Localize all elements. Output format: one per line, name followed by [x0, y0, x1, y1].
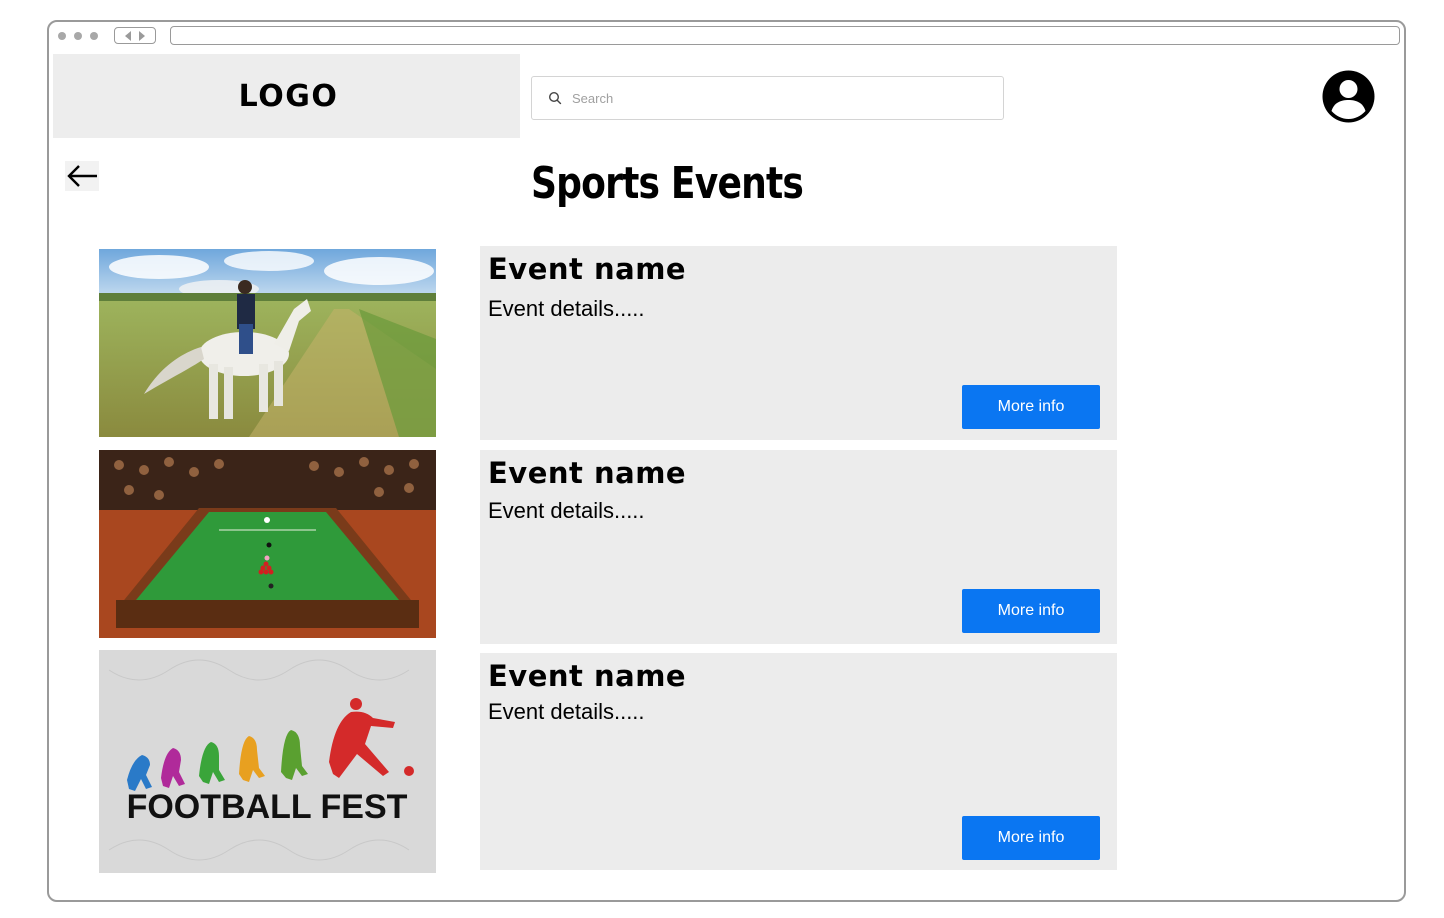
- logo-text: LOGO: [238, 78, 339, 114]
- back-arrow-icon[interactable]: [65, 161, 99, 191]
- browser-back-icon[interactable]: [125, 30, 131, 41]
- football-fest-text: FOOTBALL FEST: [127, 788, 408, 826]
- more-info-button[interactable]: More info: [962, 385, 1100, 429]
- page-title: Sports Events: [531, 158, 804, 209]
- user-avatar-icon[interactable]: [1322, 70, 1375, 123]
- event-card: Event name Event details..... More info: [480, 450, 1117, 644]
- more-info-button[interactable]: More info: [962, 816, 1100, 860]
- window-close-dot[interactable]: [58, 32, 66, 40]
- search-icon: [548, 91, 562, 105]
- event-details: Event details.....: [488, 296, 645, 321]
- search-bar[interactable]: [531, 76, 1004, 120]
- event-image-snooker[interactable]: [99, 450, 436, 638]
- event-image-horse-riding[interactable]: [99, 249, 436, 437]
- more-info-button[interactable]: More info: [962, 589, 1100, 633]
- event-name: Event name: [488, 456, 687, 490]
- address-bar[interactable]: [170, 26, 1400, 45]
- event-details: Event details.....: [488, 498, 645, 523]
- search-input[interactable]: [572, 90, 972, 106]
- browser-forward-icon[interactable]: [139, 30, 145, 41]
- window-minimize-dot[interactable]: [74, 32, 82, 40]
- event-image-football-fest[interactable]: FOOTBALL FEST: [99, 650, 436, 873]
- event-name: Event name: [488, 252, 687, 286]
- browser-nav-buttons: [114, 27, 156, 44]
- event-details: Event details.....: [488, 699, 645, 724]
- logo[interactable]: LOGO: [53, 54, 520, 138]
- event-name: Event name: [488, 659, 687, 693]
- window-maximize-dot[interactable]: [90, 32, 98, 40]
- event-card: Event name Event details..... More info: [480, 653, 1117, 870]
- event-card: Event name Event details..... More info: [480, 246, 1117, 440]
